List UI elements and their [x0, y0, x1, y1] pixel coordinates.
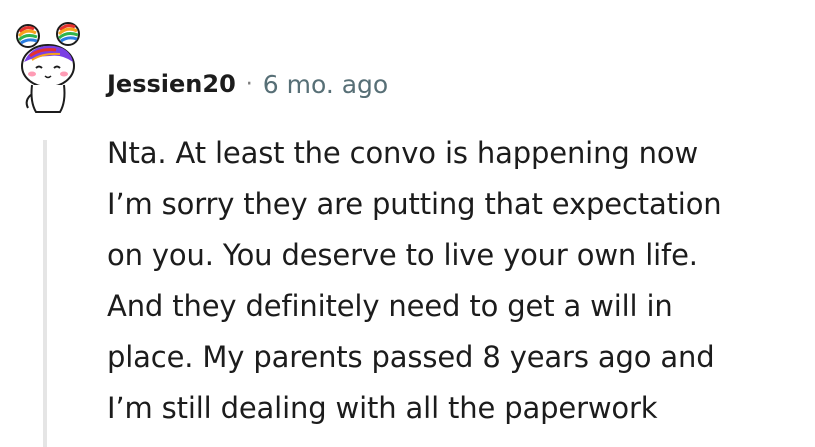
comment-body: Nta. At least the convo is happening now… [107, 128, 807, 434]
comment-body-line: I’m still dealing with all the paperwork [107, 391, 658, 425]
user-avatar[interactable] [10, 22, 88, 114]
comment-age[interactable]: 6 mo. ago [263, 70, 388, 99]
author-username[interactable]: Jessien20 [107, 70, 236, 98]
left-bun-icon [16, 24, 40, 48]
meta-separator: · [245, 71, 253, 97]
comment-meta: Jessien20 · 6 mo. ago [107, 66, 388, 102]
comment-body-line: Nta. At least the convo is happening now [107, 136, 699, 170]
comment: Jessien20 · 6 mo. ago Nta. At least the … [0, 0, 815, 447]
thread-collapse-line[interactable] [43, 140, 47, 447]
comment-body-line: I’m sorry they are putting that expectat… [107, 187, 722, 221]
right-bun-icon [56, 22, 80, 46]
comment-body-line: place. My parents passed 8 years ago and [107, 340, 715, 374]
comment-body-line: on you. You deserve to live your own lif… [107, 238, 698, 272]
snoo-avatar-icon [16, 22, 80, 113]
comment-body-line: And they definitely need to get a will i… [107, 289, 673, 323]
